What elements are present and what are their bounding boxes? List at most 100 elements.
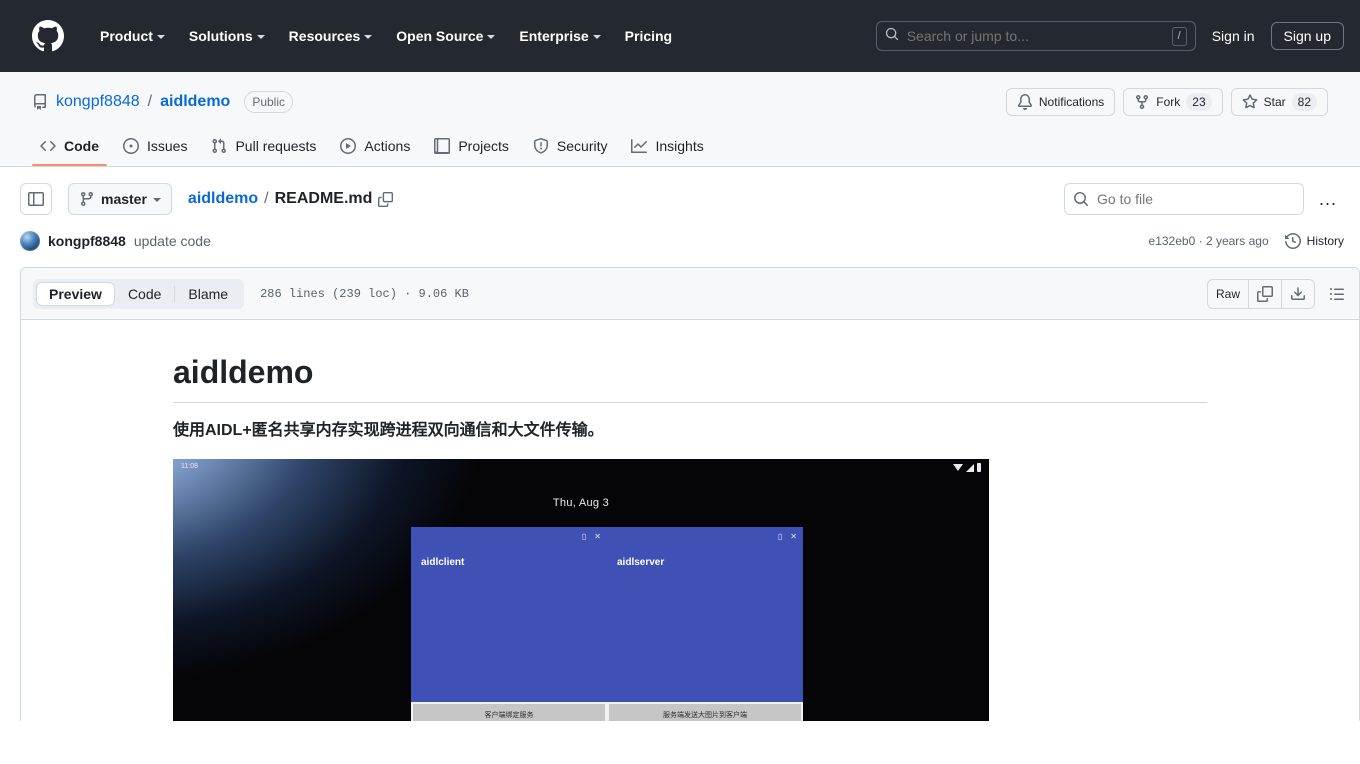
view-blame[interactable]: Blame <box>175 282 241 306</box>
bell-icon <box>1017 94 1032 110</box>
tab-label: Code <box>64 138 99 154</box>
window-titlebar: ▯ ✕ <box>411 527 607 547</box>
tab-security[interactable]: Security <box>525 130 616 166</box>
repo-owner-link[interactable]: kongpf8848 <box>56 93 140 111</box>
chevron-down-icon <box>487 35 496 39</box>
commit-right: e132eb0 · 2 years ago History <box>1149 233 1344 249</box>
fork-icon <box>1136 95 1149 110</box>
window-title: aidlserver <box>617 557 665 568</box>
commit-author-link[interactable]: kongpf8848 <box>48 233 126 249</box>
nav-item-open-source[interactable]: Open Source <box>384 20 507 52</box>
tab-issues[interactable]: Issues <box>115 130 195 166</box>
nav-item-pricing[interactable]: Pricing <box>613 20 684 52</box>
nav-item-label: Resources <box>288 28 361 44</box>
search-box[interactable]: / <box>875 21 1196 51</box>
download-raw-button[interactable] <box>1282 279 1314 308</box>
restore-icon: ▯ <box>581 532 587 541</box>
wifi-icon <box>953 464 963 471</box>
sign-up-button[interactable]: Sign up <box>1270 22 1344 50</box>
fork-label: Fork <box>1156 95 1181 109</box>
git-branch-icon <box>80 192 93 207</box>
notifications-button[interactable]: Notifications <box>1005 88 1116 116</box>
history-clock-icon <box>1284 233 1301 249</box>
nav-item-resources[interactable]: Resources <box>277 20 385 52</box>
commit-hash[interactable]: e132eb0 <box>1149 234 1196 248</box>
star-button[interactable]: Star 82 <box>1230 88 1328 116</box>
go-to-file-input[interactable] <box>1097 191 1295 207</box>
nav-item-enterprise[interactable]: Enterprise <box>507 20 612 52</box>
nav-item-solutions[interactable]: Solutions <box>177 20 277 52</box>
tab-label: Actions <box>364 138 411 154</box>
global-nav: Product Solutions Resources Open Source … <box>88 20 684 52</box>
history-link[interactable]: History <box>1284 233 1344 249</box>
history-label: History <box>1306 234 1344 248</box>
window-body: aidlclient <box>411 547 607 702</box>
repo-title-row: kongpf8848 / aidldemo Public Notificatio… <box>32 88 1328 116</box>
list-unordered-icon <box>1330 287 1344 300</box>
copy-path-icon[interactable] <box>378 191 394 207</box>
readme-toolbar: Preview Code Blame 286 lines (239 loc) ·… <box>21 268 1359 320</box>
repo-name-link[interactable]: aidldemo <box>160 93 230 111</box>
close-icon: ✕ <box>594 532 601 541</box>
avatar[interactable] <box>20 231 40 251</box>
fork-button[interactable]: Fork 23 <box>1123 88 1223 116</box>
issue-opened-icon <box>123 138 139 154</box>
search-shortcut-badge: / <box>1171 26 1187 46</box>
window-body: aidlserver <box>607 547 803 702</box>
nav-item-label: Open Source <box>396 28 484 44</box>
outline-toggle-button[interactable] <box>1323 280 1351 308</box>
tab-projects[interactable]: Projects <box>426 130 517 166</box>
fork-count: 23 <box>1186 93 1212 111</box>
graph-icon <box>631 139 648 153</box>
sign-in-link[interactable]: Sign in <box>1212 28 1255 44</box>
commit-meta: e132eb0 · 2 years ago <box>1149 234 1269 248</box>
breadcrumb: aidldemo / README.md <box>188 190 394 208</box>
copy-raw-button[interactable] <box>1249 279 1282 308</box>
raw-copy-download-group: Raw <box>1206 278 1315 309</box>
file-navigation-bar: master aidldemo / README.md ... <box>0 167 1360 231</box>
tab-code[interactable]: Code <box>32 130 107 166</box>
code-icon <box>40 140 56 152</box>
repo-header: kongpf8848 / aidldemo Public Notificatio… <box>0 72 1360 167</box>
more-options-button[interactable]: ... <box>1312 183 1344 215</box>
readme-toolbar-right: Raw <box>1206 278 1351 309</box>
star-icon <box>1242 94 1258 109</box>
latest-commit-row: kongpf8848 update code e132eb0 · 2 years… <box>0 231 1360 267</box>
play-icon <box>340 138 357 154</box>
readme-panel: Preview Code Blame 286 lines (239 loc) ·… <box>20 267 1360 721</box>
copy-icon <box>1257 285 1273 302</box>
view-preview[interactable]: Preview <box>36 281 115 306</box>
file-meta: 286 lines (239 loc) · 9.06 KB <box>260 286 469 301</box>
markdown-body: aidldemo 使用AIDL+匿名共享内存实现跨进程双向通信和大文件传输。 1… <box>21 320 1359 721</box>
search-input[interactable] <box>906 28 1172 44</box>
repo-title: kongpf8848 / aidldemo Public <box>32 91 294 113</box>
app-button-server-send-image: 服务端发送大图片到客户端 <box>609 704 801 721</box>
nav-item-label: Enterprise <box>519 28 589 44</box>
commit-message[interactable]: update code <box>134 233 211 249</box>
sidebar-expand-icon[interactable] <box>20 183 52 215</box>
repo-actions: Notifications Fork 23 Star 82 <box>1005 88 1328 116</box>
android-window-aidlclient: ▯ ✕ aidlclient 客户端绑定服务 客户端发送大图片到服务端 <box>411 527 607 721</box>
tab-label: Security <box>556 138 608 154</box>
repo-icon <box>34 94 46 110</box>
tab-insights[interactable]: Insights <box>623 130 711 166</box>
signal-icon <box>966 463 974 472</box>
table-icon <box>434 138 451 154</box>
search-icon <box>885 27 899 46</box>
nav-item-product[interactable]: Product <box>88 20 177 52</box>
readme-screenshot-image: 11:08 Thu, Aug 3 ▯ ✕ aidlclient 客户端绑定服务 … <box>173 459 989 721</box>
raw-button[interactable]: Raw <box>1207 279 1249 308</box>
branch-selector[interactable]: master <box>68 183 172 215</box>
go-to-file-input-wrapper[interactable] <box>1064 183 1304 215</box>
shield-icon <box>533 138 548 154</box>
android-window-aidlserver: ▯ ✕ aidlserver 服务端发送大图片到客户端 <box>607 527 803 721</box>
github-mark-icon[interactable] <box>32 20 64 52</box>
chevron-down-icon <box>364 35 373 39</box>
chevron-down-icon <box>152 198 161 202</box>
view-code[interactable]: Code <box>115 282 174 306</box>
tab-actions[interactable]: Actions <box>332 130 418 166</box>
breadcrumb-repo-link[interactable]: aidldemo <box>188 190 258 208</box>
star-count: 82 <box>1291 93 1317 111</box>
tab-pull-requests[interactable]: Pull requests <box>203 130 324 166</box>
app-button-bind-service: 客户端绑定服务 <box>413 704 605 721</box>
